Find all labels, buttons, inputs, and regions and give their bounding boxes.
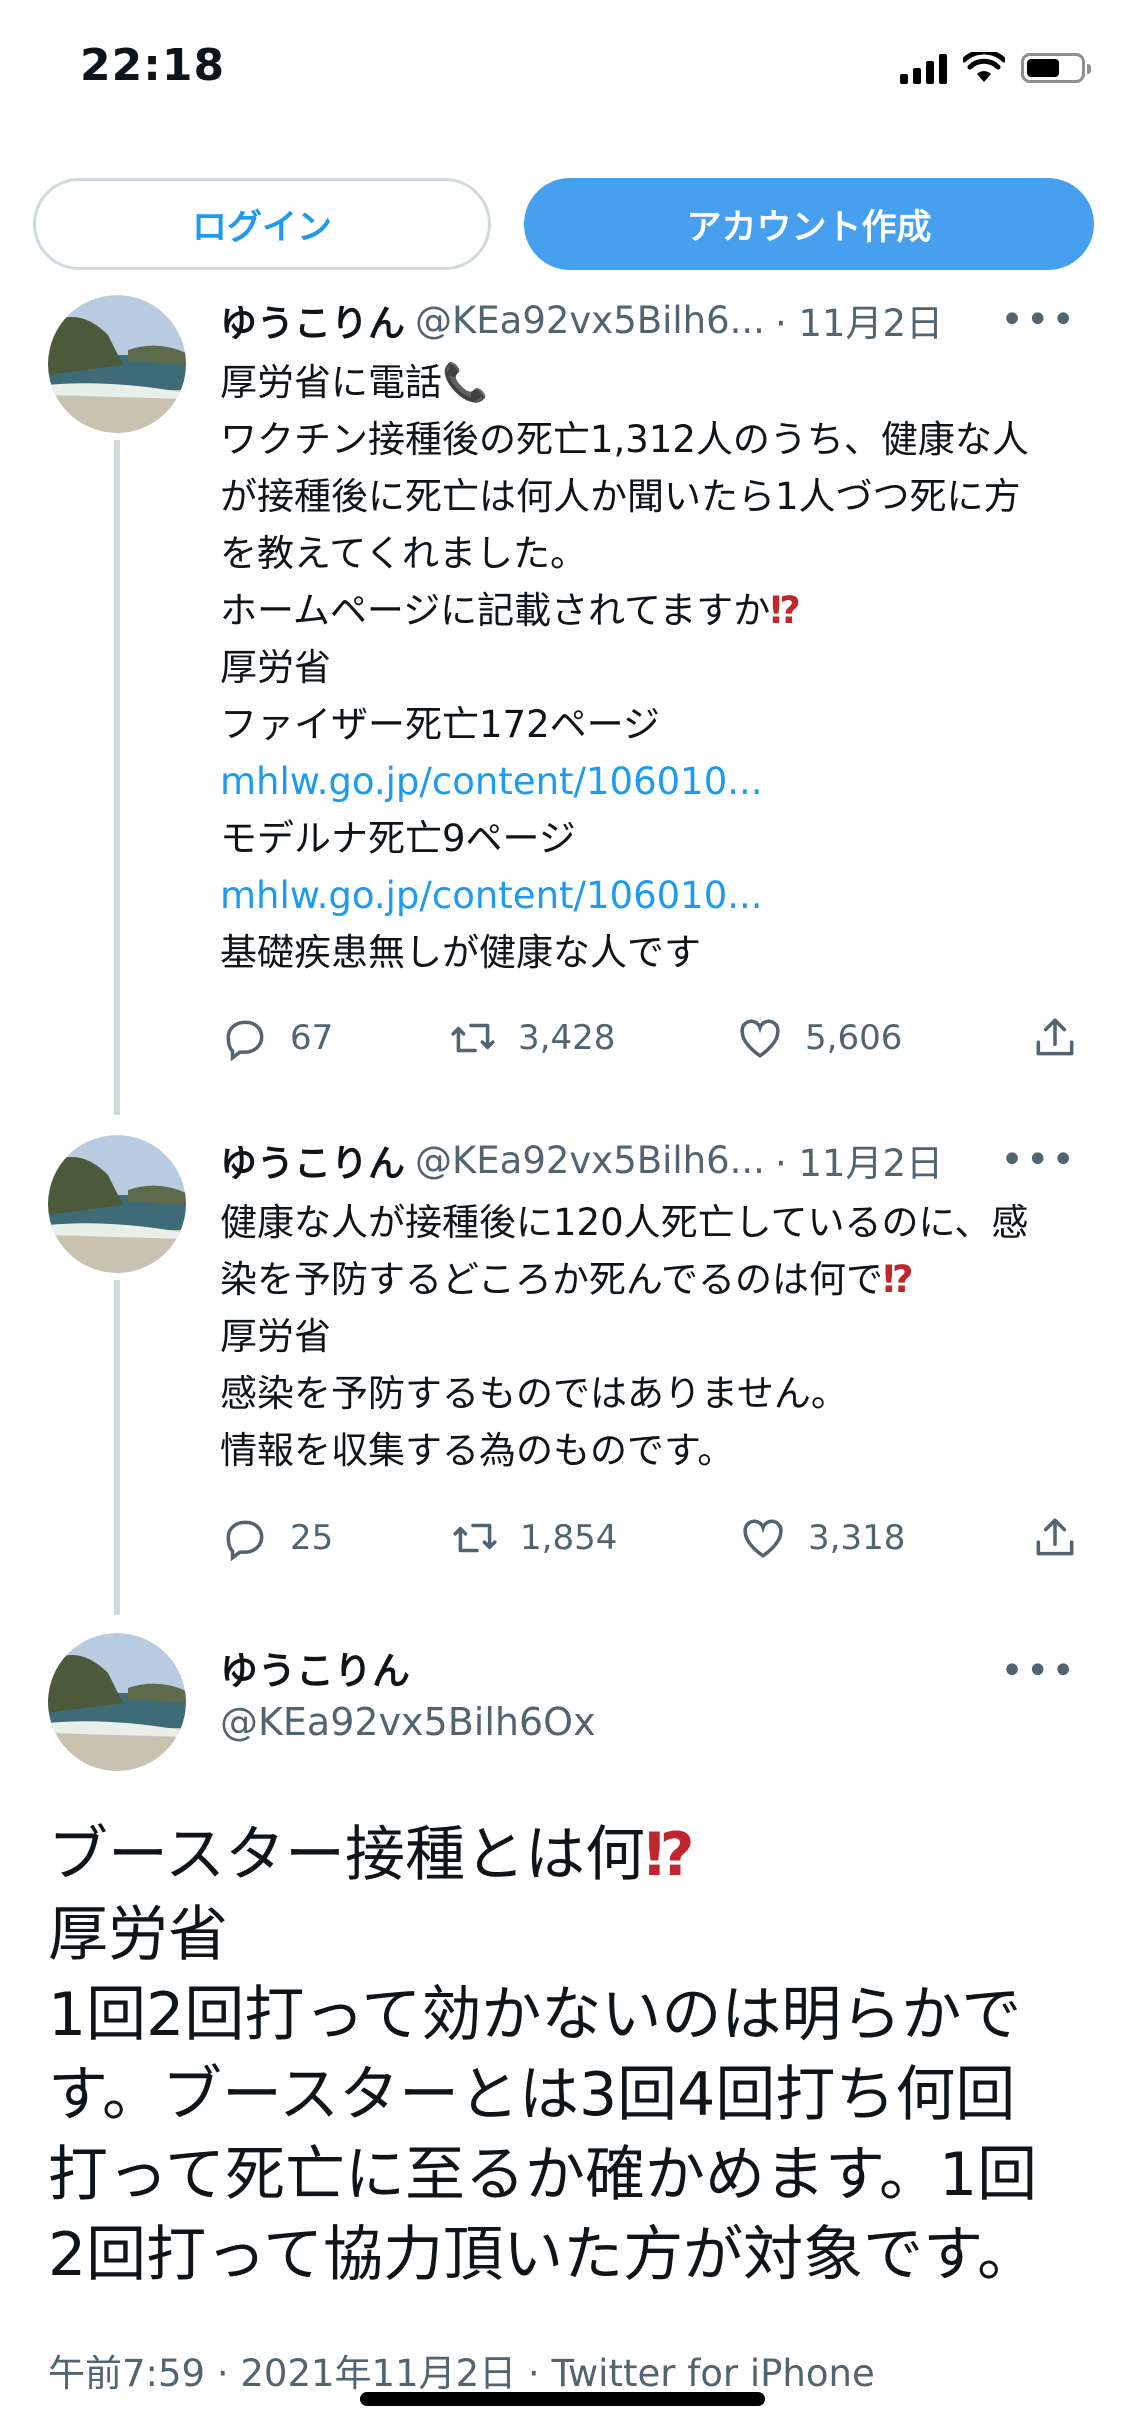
reply-icon <box>226 1520 264 1562</box>
tweet-date[interactable]: · 11月2日 <box>775 1133 943 1187</box>
signup-button[interactable]: アカウント作成 <box>524 178 1094 270</box>
tweet-line: ホームページに記載されてますか <box>220 589 771 632</box>
reply-button[interactable]: 25 <box>220 1513 333 1563</box>
share-button[interactable] <box>1030 1513 1080 1563</box>
like-button[interactable]: 3,318 <box>738 1513 905 1563</box>
share-icon <box>1036 1018 1074 1056</box>
main-tweet-line: 1回2回打って効かないのは明らかで <box>48 1980 1022 2050</box>
tweet-date[interactable]: · 11月2日 <box>775 293 943 347</box>
tweet-line: が接種後に死亡は何人か聞いたら1人づつ死に方 <box>220 475 1021 518</box>
tweet-header: ゆうこりん @KEa92vx5Bilh6... · 11月2日 ••• <box>220 1134 1095 1186</box>
thread-line <box>114 440 120 1115</box>
tweet-author-handle[interactable]: @KEa92vx5Bilh6... <box>415 1139 765 1182</box>
cellular-signal-icon <box>900 52 947 84</box>
tweet-actions: 67 3,428 5,606 <box>220 1013 1080 1073</box>
tweet-line: 染を予防するどころか死んでるのは何で <box>220 1258 884 1301</box>
avatar[interactable] <box>48 1135 186 1273</box>
tweet-body: 健康な人が接種後に120人死亡しているのに、感 染を予防するどころか死んでるのは… <box>220 1194 1105 1479</box>
tweet-line: ワクチン接種後の死亡1,312人のうち、健康な人 <box>220 418 1029 461</box>
exclamation-question-icon: ⁉ <box>770 589 801 632</box>
tweet-line: 厚労省 <box>220 646 331 689</box>
status-time: 22:18 <box>80 40 226 91</box>
tweet-actions: 25 1,854 3,318 <box>220 1513 1080 1573</box>
reply-icon <box>226 1020 264 1062</box>
heart-icon <box>743 1519 783 1558</box>
more-dots-icon[interactable]: ••• <box>1000 297 1077 343</box>
share-icon <box>1036 1518 1074 1556</box>
battery-icon <box>1021 53 1091 83</box>
retweet-icon <box>453 1523 497 1553</box>
tweet-header: ゆうこりん @KEa92vx5Bilh6... · 11月2日 ••• <box>220 294 1095 346</box>
retweet-count: 3,428 <box>518 1018 616 1058</box>
main-tweet-line: ブースター接種とは何 <box>48 1820 645 1890</box>
exclamation-question-icon: ⁉ <box>883 1258 914 1301</box>
tweet-link[interactable]: mhlw.go.jp/content/106010... <box>220 753 1105 810</box>
login-button[interactable]: ログイン <box>33 178 491 270</box>
like-count: 3,318 <box>808 1518 906 1558</box>
retweet-button[interactable]: 1,854 <box>450 1513 617 1563</box>
avatar[interactable] <box>48 295 186 433</box>
thread-line <box>114 1280 120 1615</box>
tweet-line: 情報を収集する為のものです。 <box>220 1429 735 1472</box>
heart-icon <box>740 1019 780 1058</box>
tweet-line: 厚労省に電話📞 <box>220 361 489 404</box>
tweet-author-name[interactable]: ゆうこりん <box>220 293 405 347</box>
avatar[interactable] <box>48 1633 186 1771</box>
tweet-timestamp[interactable]: 午前7:59 · 2021年11月2日 · Twitter for iPhone <box>48 2343 875 2397</box>
retweet-count: 1,854 <box>520 1518 618 1558</box>
tweet-author-name[interactable]: ゆうこりん <box>220 1133 405 1187</box>
exclamation-question-icon: ⁉ <box>645 1820 695 1890</box>
tweet-line: 基礎疾患無しが健康な人です <box>220 931 701 974</box>
like-button[interactable]: 5,606 <box>735 1013 902 1063</box>
share-button[interactable] <box>1030 1013 1080 1063</box>
main-tweet-body: ブースター接種とは何⁉ 厚労省 1回2回打って効かないのは明らかで す。ブースタ… <box>48 1815 1108 2295</box>
retweet-button[interactable]: 3,428 <box>448 1013 615 1063</box>
tweet-author-handle[interactable]: @KEa92vx5Bilh6... <box>415 299 765 342</box>
like-count: 5,606 <box>805 1018 903 1058</box>
tweet-line: を教えてくれました。 <box>220 532 588 575</box>
tweet-line: 感染を予防するものではありません。 <box>220 1372 848 1415</box>
main-tweet-author-handle[interactable]: @KEa92vx5Bilh6Ox <box>220 1700 596 1744</box>
main-tweet-line: 打って死亡に至るか確かめます。1回 <box>48 2140 1038 2210</box>
reply-button[interactable]: 67 <box>220 1013 333 1063</box>
tweet-line: 健康な人が接種後に120人死亡しているのに、感 <box>220 1201 1029 1244</box>
reply-count: 67 <box>290 1018 334 1058</box>
main-tweet-line: 2回打って協力頂いた方が対象です。 <box>48 2220 1038 2290</box>
status-icons <box>900 48 1091 88</box>
tweet-line: モデルナ死亡9ページ <box>220 817 576 860</box>
more-dots-icon[interactable]: ••• <box>1000 1648 1077 1694</box>
main-tweet-line: す。ブースターとは3回4回打ち何回 <box>48 2060 1016 2130</box>
tweet-line: 厚労省 <box>220 1315 331 1358</box>
main-tweet-author-name[interactable]: ゆうこりん <box>220 1640 410 1695</box>
wifi-icon <box>963 52 1005 82</box>
tweet-link[interactable]: mhlw.go.jp/content/106010... <box>220 867 1105 924</box>
reply-count: 25 <box>290 1518 334 1558</box>
retweet-icon <box>451 1023 495 1053</box>
main-tweet-line: 厚労省 <box>48 1900 228 1970</box>
tweet-line: ファイザー死亡172ページ <box>220 703 660 746</box>
tweet-body: 厚労省に電話📞 ワクチン接種後の死亡1,312人のうち、健康な人 が接種後に死亡… <box>220 354 1105 981</box>
more-dots-icon[interactable]: ••• <box>1000 1137 1077 1183</box>
home-indicator[interactable] <box>360 2392 765 2406</box>
